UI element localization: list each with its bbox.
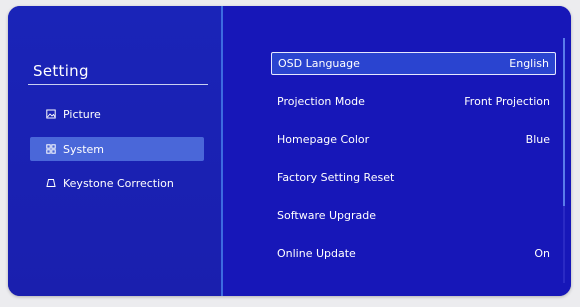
menu-row-factory-setting-reset[interactable]: Factory Setting Reset: [271, 166, 556, 189]
menu-row-value: English: [509, 57, 549, 70]
system-icon: [44, 142, 58, 156]
menu-row-projection-mode[interactable]: Projection Mode Front Projection: [271, 90, 556, 113]
settings-sidebar: Setting Picture System Keystone Correcti…: [8, 6, 221, 296]
sidebar-title: Setting: [33, 62, 89, 80]
menu-row-online-update[interactable]: Online Update On: [271, 242, 556, 265]
picture-icon: [44, 107, 58, 121]
menu-row-label: Projection Mode: [277, 95, 365, 108]
menu-row-label: Online Update: [277, 247, 356, 260]
system-settings-panel: OSD Language English Projection Mode Fro…: [223, 6, 571, 296]
scrollbar-thumb[interactable]: [563, 38, 565, 206]
keystone-icon: [44, 176, 58, 190]
menu-row-label: Factory Setting Reset: [277, 171, 395, 184]
sidebar-item-picture[interactable]: Picture: [30, 102, 204, 126]
projector-settings-screen: Setting Picture System Keystone Correcti…: [8, 6, 571, 296]
sidebar-divider: [28, 84, 208, 85]
sidebar-item-label: Keystone Correction: [63, 176, 174, 190]
menu-row-value: Blue: [525, 133, 550, 146]
menu-row-value: Front Projection: [464, 95, 550, 108]
menu-row-value: On: [534, 247, 550, 260]
menu-row-software-upgrade[interactable]: Software Upgrade: [271, 204, 556, 227]
menu-row-label: Homepage Color: [277, 133, 370, 146]
sidebar-item-label: System: [63, 142, 105, 156]
menu-row-homepage-color[interactable]: Homepage Color Blue: [271, 128, 556, 151]
menu-row-osd-language[interactable]: OSD Language English: [271, 52, 556, 75]
menu-row-label: Software Upgrade: [277, 209, 377, 222]
sidebar-item-label: Picture: [63, 107, 101, 121]
menu-row-label: OSD Language: [278, 57, 360, 70]
sidebar-item-keystone-correction[interactable]: Keystone Correction: [30, 171, 204, 195]
sidebar-item-system[interactable]: System: [30, 137, 204, 161]
